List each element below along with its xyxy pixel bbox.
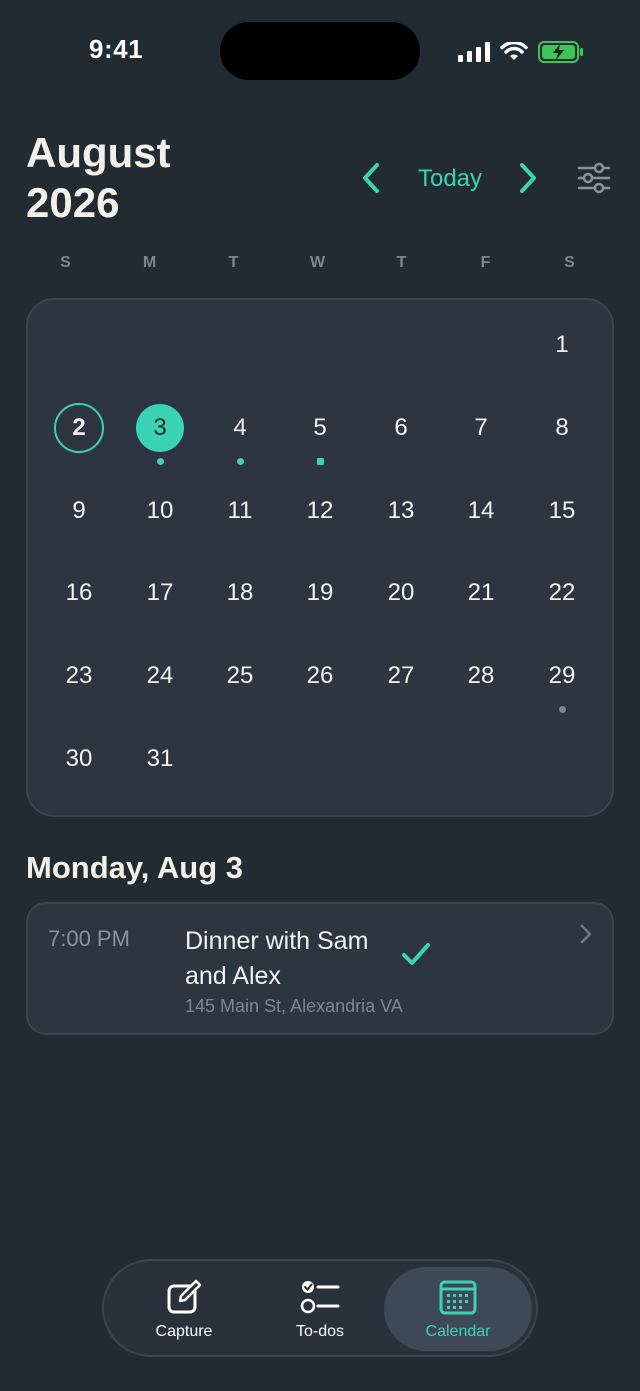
- day-cell-4[interactable]: 4: [212, 400, 268, 456]
- selected-date-heading: Monday, Aug 3: [26, 850, 243, 885]
- weekday-label: W: [309, 254, 327, 271]
- year-label: 2026: [26, 179, 120, 226]
- day-cell-30[interactable]: 30: [51, 731, 107, 787]
- event-indicator-dot: [236, 458, 244, 465]
- checkmark-icon: [402, 943, 430, 965]
- tab-todos[interactable]: To-dos: [246, 1267, 394, 1351]
- day-cell-24[interactable]: 24: [132, 648, 188, 704]
- weekday-header: SMTWTFS: [26, 254, 614, 276]
- tab-label: Capture: [155, 1323, 213, 1340]
- weekday-label: F: [480, 254, 492, 271]
- day-cell-20[interactable]: 20: [373, 565, 429, 621]
- day-cell-7[interactable]: 7: [453, 400, 509, 456]
- day-cell-12[interactable]: 12: [292, 483, 348, 539]
- day-cell-27[interactable]: 27: [373, 648, 429, 704]
- today-button[interactable]: Today: [408, 162, 492, 196]
- calendar-icon: [439, 1280, 477, 1315]
- day-cell-13[interactable]: 13: [373, 483, 429, 539]
- event-indicator-dot: [316, 458, 324, 465]
- weekday-label: T: [228, 254, 240, 271]
- day-cell-26[interactable]: 26: [292, 648, 348, 704]
- battery-charging-icon: [538, 41, 583, 63]
- day-cell-23[interactable]: 23: [51, 648, 107, 704]
- day-cell-29[interactable]: 29: [534, 648, 590, 704]
- wifi-icon: [500, 42, 528, 60]
- day-cell-2[interactable]: 2: [54, 403, 104, 453]
- day-cell-22[interactable]: 22: [534, 565, 590, 621]
- tab-bar: Capture To-dos Calendar: [102, 1259, 538, 1357]
- month-year-title: August 2026: [26, 128, 171, 228]
- event-card[interactable]: 7:00 PM Dinner with Sam and Alex 145 Mai…: [26, 902, 614, 1035]
- tab-capture[interactable]: Capture: [110, 1267, 258, 1351]
- day-cell-17[interactable]: 17: [132, 565, 188, 621]
- chevron-right-icon: [580, 924, 592, 944]
- day-cell-21[interactable]: 21: [453, 565, 509, 621]
- checklist-icon: [300, 1281, 340, 1314]
- tab-calendar[interactable]: Calendar: [384, 1267, 532, 1351]
- month-label: August: [26, 129, 171, 176]
- filter-button[interactable]: [575, 160, 613, 196]
- status-icons: [458, 38, 584, 66]
- weekday-label: T: [396, 254, 408, 271]
- event-indicator-dot: [156, 458, 164, 465]
- day-cell-25[interactable]: 25: [212, 648, 268, 704]
- event-time: 7:00 PM: [48, 926, 130, 951]
- day-cell-6[interactable]: 6: [373, 400, 429, 456]
- day-cell-1[interactable]: 1: [534, 317, 590, 373]
- day-cell-11[interactable]: 11: [212, 483, 268, 539]
- previous-month-button[interactable]: [355, 160, 387, 196]
- weekday-label: S: [60, 254, 72, 271]
- cellular-signal-icon: [458, 42, 490, 62]
- dynamic-island: [220, 22, 420, 80]
- day-cell-15[interactable]: 15: [534, 483, 590, 539]
- tab-label: Calendar: [425, 1323, 491, 1340]
- chevron-left-icon: [363, 163, 379, 193]
- day-cell-31[interactable]: 31: [132, 731, 188, 787]
- day-cell-3[interactable]: 3: [136, 404, 184, 452]
- day-cell-10[interactable]: 10: [132, 483, 188, 539]
- event-indicator-dot: [558, 706, 566, 713]
- chevron-right-icon: [520, 163, 536, 193]
- event-title: Dinner with Sam and Alex: [185, 927, 369, 990]
- day-cell-16[interactable]: 16: [51, 565, 107, 621]
- status-time: 9:41: [89, 34, 144, 64]
- day-cell-28[interactable]: 28: [453, 648, 509, 704]
- day-cell-14[interactable]: 14: [453, 483, 509, 539]
- event-location: 145 Main St, Alexandria VA: [185, 996, 403, 1016]
- edit-icon: [167, 1279, 202, 1314]
- next-month-button[interactable]: [512, 160, 544, 196]
- day-cell-18[interactable]: 18: [212, 565, 268, 621]
- day-cell-5[interactable]: 5: [292, 400, 348, 456]
- weekday-label: M: [142, 254, 158, 271]
- day-cell-8[interactable]: 8: [534, 400, 590, 456]
- day-cell-19[interactable]: 19: [292, 565, 348, 621]
- tab-label: To-dos: [295, 1323, 345, 1340]
- month-grid: 1 2 3 4 5 6 7 8 9 10 11 12 13 14 15 16 17 18 19 20 21 22 23 24 2…: [26, 298, 614, 817]
- sliders-icon: [577, 162, 611, 194]
- weekday-label: S: [564, 254, 576, 271]
- day-cell-9[interactable]: 9: [51, 483, 107, 539]
